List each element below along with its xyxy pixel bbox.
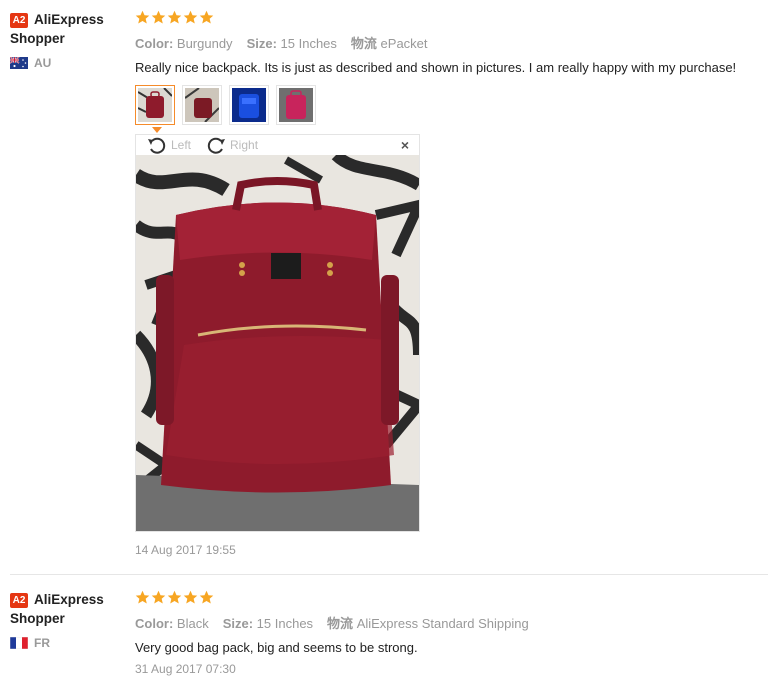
country-code: FR [34, 636, 50, 650]
review-content: Color: Black Size: 15 Inches 物流 AliExpress… [135, 590, 760, 676]
shipping-label: 物流 [327, 616, 354, 631]
review-date: 14 Aug 2017 19:55 [135, 543, 236, 557]
size-label: Size: [246, 36, 277, 51]
france-flag-icon [10, 637, 28, 649]
reviewer-name-line2: Shopper [10, 611, 65, 626]
star-icon [151, 10, 166, 24]
color-value: Burgundy [176, 36, 233, 51]
thumbnail-4[interactable] [276, 85, 316, 125]
rotate-right-icon [207, 137, 226, 154]
photo-thumbnails [135, 85, 760, 133]
color-label: Color: [135, 36, 174, 51]
star-rating [135, 590, 760, 606]
sku-attributes: Color: Burgundy Size: 15 Inches 物流 ePacket [135, 33, 760, 52]
burgundy-backpack-thumb-image [137, 87, 173, 122]
close-viewer-button[interactable]: × [401, 138, 409, 152]
reviewer-name-line2: Shopper [10, 31, 65, 46]
level-badge: A2 [10, 13, 28, 28]
shipping-label: 物流 [350, 36, 377, 51]
rotate-right-button[interactable]: Right [205, 136, 258, 154]
reviewer-info: A2 AliExpress Shopper AU [10, 10, 128, 70]
color-value: Black [176, 616, 209, 631]
star-icon [135, 590, 150, 604]
thumbnail-3[interactable] [229, 85, 269, 125]
backpack-on-bed-thumb-image [184, 87, 220, 123]
level-badge: A2 [10, 593, 28, 608]
shipping-value: AliExpress Standard Shipping [356, 616, 529, 631]
review-date: 31 Aug 2017 07:30 [135, 662, 236, 676]
shipping-value: ePacket [380, 36, 428, 51]
australia-flag-icon [10, 57, 28, 69]
review-content: Color: Burgundy Size: 15 Inches 物流 ePacket… [135, 10, 760, 133]
size-value: 15 Inches [256, 616, 314, 631]
rotate-left-button[interactable]: Left [146, 136, 191, 154]
review-text: Really nice backpack. Its is just as des… [135, 60, 737, 75]
country-code: AU [34, 56, 52, 70]
reviewer-info: A2 AliExpress Shopper FR [10, 590, 128, 650]
star-icon [183, 10, 198, 24]
star-icon [199, 10, 214, 24]
rotate-right-label: Right [230, 138, 259, 152]
image-viewer: Left Right × [135, 134, 420, 532]
review-text: Very good bag pack, big and seems to be … [135, 640, 418, 655]
rotate-left-label: Left [171, 138, 192, 152]
selected-indicator [152, 127, 162, 133]
burgundy-backpack-photo-image [136, 155, 419, 531]
pink-backpack-thumb-image [279, 88, 313, 122]
star-icon [183, 590, 198, 604]
size-value: 15 Inches [280, 36, 337, 51]
star-icon [135, 10, 150, 24]
star-icon [199, 590, 214, 604]
thumbnail-2[interactable] [182, 85, 222, 125]
star-icon [167, 590, 182, 604]
star-icon [151, 590, 166, 604]
size-label: Size: [222, 616, 254, 631]
sku-attributes: Color: Black Size: 15 Inches 物流 AliExpress… [135, 613, 760, 632]
star-rating [135, 10, 760, 26]
reviewer-name-line1: AliExpress [34, 592, 104, 607]
star-icon [167, 10, 182, 24]
review-divider [10, 574, 768, 575]
blue-backpack-thumb-image [232, 88, 266, 122]
reviewer-name-line1: AliExpress [34, 12, 104, 27]
thumbnail-1[interactable] [135, 85, 175, 133]
enlarged-photo [136, 155, 419, 531]
rotate-left-icon [148, 137, 166, 154]
color-label: Color: [135, 616, 174, 631]
viewer-toolbar: Left Right × [136, 135, 419, 155]
